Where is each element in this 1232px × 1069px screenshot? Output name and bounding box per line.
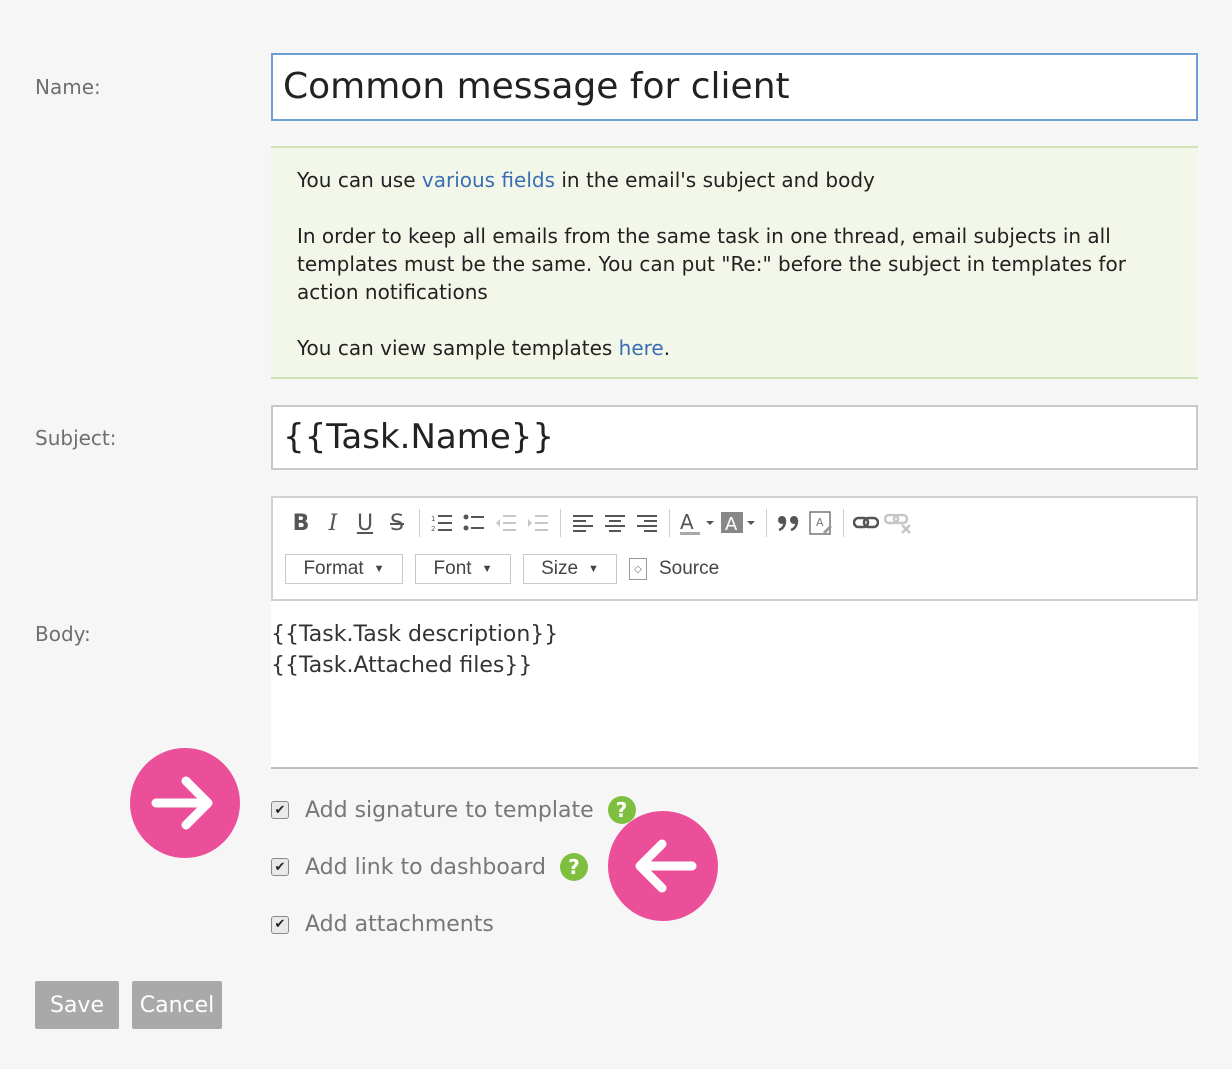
attachments-label: Add attachments (305, 912, 494, 937)
format-dropdown[interactable]: Format ▼ (285, 554, 403, 584)
subject-label: Subject: (35, 426, 117, 450)
toolbar-divider (669, 509, 670, 537)
various-fields-link[interactable]: various fields (422, 168, 555, 192)
svg-text:1: 1 (431, 515, 435, 523)
chevron-down-icon: ▼ (588, 563, 599, 575)
align-right-icon[interactable] (631, 507, 663, 539)
body-line: {{Task.Task description}} (271, 622, 559, 647)
chevron-down-icon: ▼ (481, 563, 493, 575)
body-label: Body: (35, 622, 91, 646)
dashboard-link-checkbox[interactable]: ✔ (271, 858, 289, 876)
signature-checkbox[interactable]: ✔ (271, 801, 289, 819)
blockquote-icon[interactable] (773, 507, 805, 539)
chevron-down-icon: ▼ (373, 563, 385, 575)
name-label: Name: (35, 75, 101, 99)
arrow-left-icon (608, 811, 718, 921)
help-icon[interactable]: ? (559, 853, 588, 881)
save-button[interactable]: Save (35, 981, 119, 1029)
dashboard-link-option: ✔ Add link to dashboard ? (271, 853, 588, 881)
body-line: {{Task.Attached files}} (271, 653, 533, 678)
info-samples-text: You can view sample templates here. (297, 336, 671, 360)
info-box: You can use various fields in the email'… (271, 146, 1198, 379)
info-thread-text: In order to keep all emails from the sam… (297, 224, 1126, 304)
toolbar-divider (560, 509, 561, 537)
italic-button[interactable]: I (317, 507, 349, 539)
bold-button[interactable]: B (285, 507, 317, 539)
source-icon: ◇ (629, 558, 647, 580)
body-editor[interactable]: {{Task.Task description}} {{Task.Attache… (271, 601, 1198, 769)
toolbar-divider (419, 509, 420, 537)
svg-text:A: A (680, 510, 694, 534)
signature-option: ✔ Add signature to template ? (271, 796, 636, 824)
link-icon[interactable] (850, 507, 882, 539)
toolbar-divider (766, 509, 767, 537)
unlink-icon[interactable] (882, 507, 914, 539)
template-icon[interactable]: A (805, 507, 837, 539)
name-input[interactable]: Common message for client (271, 53, 1198, 121)
signature-label: Add signature to template (305, 797, 594, 823)
size-dropdown[interactable]: Size ▼ (523, 554, 617, 584)
text-color-icon[interactable]: A (676, 507, 718, 539)
font-dropdown[interactable]: Font ▼ (415, 554, 511, 584)
source-button[interactable]: ◇ Source (629, 558, 719, 580)
arrow-right-icon (130, 748, 240, 858)
info-fields-text: You can use various fields in the email'… (297, 168, 875, 192)
strikethrough-button[interactable]: S (381, 507, 413, 539)
bulleted-list-icon[interactable] (458, 507, 490, 539)
dashboard-link-label: Add link to dashboard (305, 854, 546, 880)
editor-toolbar: B I U S 12 A A A Format ▼ Font ▼ Size ▼ … (271, 496, 1198, 601)
sample-templates-link[interactable]: here (619, 336, 664, 360)
attachments-option: ✔ Add attachments (271, 912, 494, 937)
toolbar-divider (843, 509, 844, 537)
align-center-icon[interactable] (599, 507, 631, 539)
subject-input[interactable]: {{Task.Name}} (271, 405, 1198, 470)
underline-button[interactable]: U (349, 507, 381, 539)
svg-text:A: A (725, 514, 738, 535)
numbered-list-icon[interactable]: 12 (426, 507, 458, 539)
background-color-icon[interactable]: A (718, 507, 760, 539)
indent-icon[interactable] (522, 507, 554, 539)
attachments-checkbox[interactable]: ✔ (271, 915, 289, 934)
outdent-icon[interactable] (490, 507, 522, 539)
cancel-button[interactable]: Cancel (132, 981, 222, 1029)
svg-text:A: A (816, 516, 824, 529)
align-left-icon[interactable] (567, 507, 599, 539)
svg-text:2: 2 (431, 525, 435, 533)
